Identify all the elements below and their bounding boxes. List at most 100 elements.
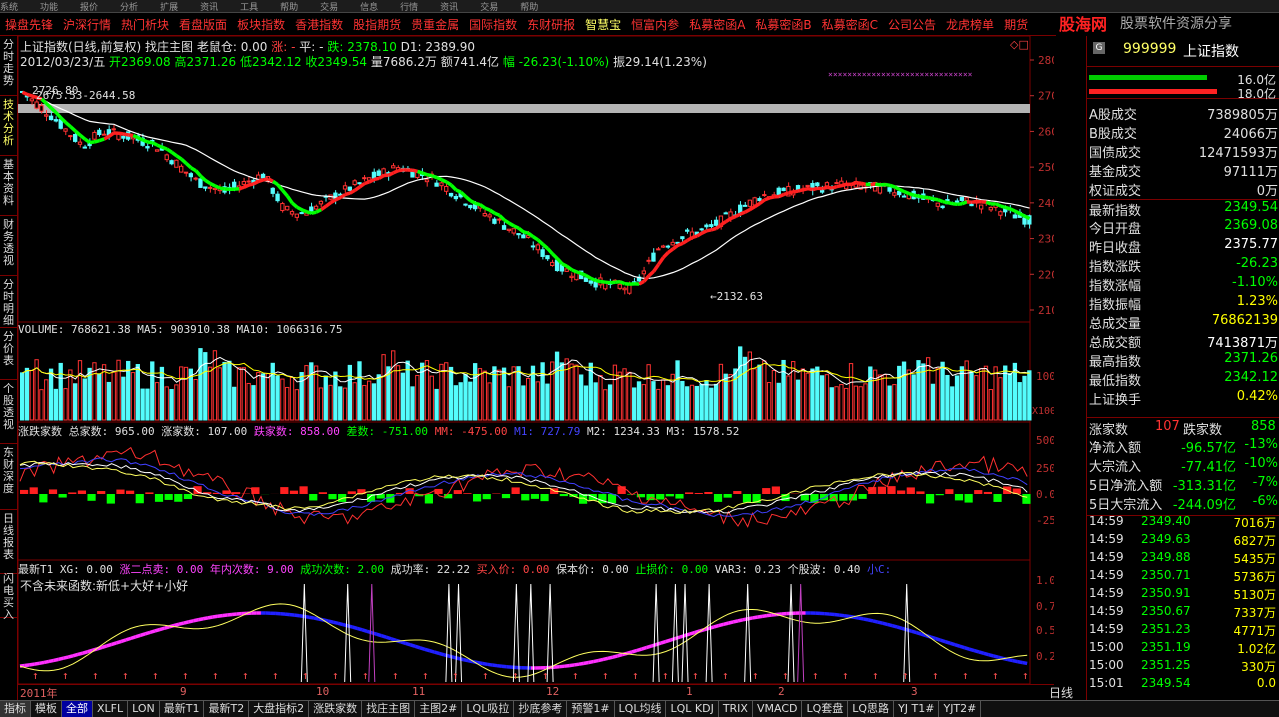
t1-segment: [314, 618, 319, 619]
nav-tab[interactable]: 国际指数: [464, 13, 522, 32]
nav-tab[interactable]: 龙虎榜单: [941, 13, 999, 32]
breadth-bar: [425, 494, 433, 503]
top-menu-item[interactable]: 功能: [40, 3, 58, 13]
buy-arrow-icon: ↑: [362, 669, 369, 682]
indicator-tab[interactable]: 最新T2: [204, 701, 249, 717]
left-tab[interactable]: 基本资料: [0, 156, 17, 216]
candle-body: [343, 186, 346, 189]
left-tab[interactable]: 东财深度: [0, 444, 17, 510]
left-tab[interactable]: 个股透视: [0, 380, 17, 444]
breadth-bar: [309, 494, 317, 500]
trend-segment: [1015, 211, 1020, 214]
top-menu-item[interactable]: 资讯: [440, 3, 458, 13]
indicator-tab[interactable]: LQL均线: [615, 701, 667, 717]
volume-bar: [242, 368, 245, 420]
buy-arrow-icon: ↑: [302, 669, 309, 682]
nav-tab[interactable]: 私募密函C: [817, 13, 883, 32]
top-menu-item[interactable]: 报价: [80, 3, 98, 13]
t1-segment: [59, 658, 64, 659]
trend-segment: [875, 184, 880, 185]
nav-tab[interactable]: 沪深行情: [58, 13, 116, 32]
top-menu-item[interactable]: 扩展: [160, 3, 178, 13]
indicator-tab[interactable]: 最新T1: [160, 701, 205, 717]
nav-tab[interactable]: 香港指数: [290, 13, 348, 32]
left-tab[interactable]: 分价表: [0, 328, 17, 380]
t1-segment: [353, 627, 358, 628]
top-menu-item[interactable]: 交易: [320, 3, 338, 13]
down-count-value: 858: [1251, 419, 1276, 434]
indicator-tab[interactable]: 涨跌家数: [309, 701, 362, 717]
kline-chart-canvas[interactable]: ××××××××××××××××××××××××××××××2800270026…: [18, 36, 1054, 700]
indicator-tab[interactable]: LQ思路: [848, 701, 894, 717]
t1-segment: [102, 646, 107, 647]
indicator-tab[interactable]: 大盘指标2: [249, 701, 309, 717]
volume-bar: [112, 372, 115, 420]
t1-segment: [377, 634, 382, 635]
chart-options-icon[interactable]: ◇□: [1010, 38, 1029, 51]
top-menu-item[interactable]: 系统: [0, 3, 18, 13]
top-menu-item[interactable]: 行情: [400, 3, 418, 13]
indicator-tab[interactable]: 模板: [31, 701, 62, 717]
t1-segment: [1018, 662, 1023, 663]
left-tab[interactable]: 日线报表: [0, 510, 17, 574]
nav-tab[interactable]: 看盘版面: [174, 13, 232, 32]
buy-arrow-icon: ↑: [1022, 669, 1029, 682]
nav-tab[interactable]: 公司公告: [883, 13, 941, 32]
buy-arrow-icon: ↑: [842, 669, 849, 682]
candle-body: [546, 256, 549, 259]
nav-tab[interactable]: 期货: [999, 13, 1033, 32]
volume-bar: [767, 383, 770, 420]
left-tab[interactable]: 分时明细: [0, 276, 17, 328]
nav-tab[interactable]: 私募密函B: [750, 13, 816, 32]
indicator-tab[interactable]: LQL吸拉: [462, 701, 514, 717]
indicator-tab[interactable]: YJ T1#: [894, 701, 939, 717]
indicator-tab[interactable]: XLFL: [93, 701, 128, 717]
top-menu-item[interactable]: 信息: [360, 3, 378, 13]
volume-bar: [719, 364, 722, 420]
indicator-tab[interactable]: LON: [128, 701, 160, 717]
buy-arrow-icon: ↑: [812, 669, 819, 682]
left-tab[interactable]: 闪电买入: [0, 570, 17, 618]
nav-tab[interactable]: 贵重金属: [406, 13, 464, 32]
top-menu-item[interactable]: 帮助: [520, 3, 538, 13]
nav-tab[interactable]: 股指期货: [348, 13, 406, 32]
nav-tab[interactable]: 恒富内参: [626, 13, 684, 32]
indicator-tab[interactable]: 指标: [0, 701, 31, 717]
indicator-tab[interactable]: 全部: [62, 701, 93, 717]
nav-tab[interactable]: 操盘先锋: [0, 13, 58, 32]
trend-segment: [620, 282, 625, 284]
top-menu-item[interactable]: 资讯: [200, 3, 218, 13]
period-label[interactable]: 日线: [1036, 684, 1086, 699]
indicator-tab[interactable]: VMACD: [753, 701, 803, 717]
t1-segment: [738, 620, 743, 621]
nav-tab[interactable]: 智慧宝: [580, 13, 626, 32]
chart-area[interactable]: ××××××××××××××××××××××××××××××2800270026…: [18, 36, 1054, 700]
trend-segment: [562, 264, 567, 266]
indicator-tab[interactable]: 主图2#: [415, 701, 462, 717]
top-menu-item[interactable]: 交易: [480, 3, 498, 13]
left-tab[interactable]: 分时走势: [0, 36, 17, 96]
nav-tab[interactable]: 热门析块: [116, 13, 174, 32]
nav-tab[interactable]: 板块指数: [232, 13, 290, 32]
indicator-tab[interactable]: YJT2#: [939, 701, 981, 717]
t1-segment: [579, 663, 584, 664]
top-menu-item[interactable]: 分析: [120, 3, 138, 13]
indicator-tab[interactable]: LQ套盘: [802, 701, 848, 717]
trend-segment: [369, 179, 374, 181]
top-menu-item[interactable]: 帮助: [280, 3, 298, 13]
t1-segment: [574, 664, 579, 665]
left-tab[interactable]: 财务透视: [0, 216, 17, 276]
indicator-tab[interactable]: TRIX: [719, 701, 753, 717]
left-tab[interactable]: 技术分析: [0, 96, 17, 156]
t1-segment: [483, 664, 488, 665]
indicator-tab[interactable]: 预警1#: [567, 701, 614, 717]
indicator-tab[interactable]: 找庄主图: [362, 701, 415, 717]
nav-tab[interactable]: 东财研报: [522, 13, 580, 32]
top-menu-item[interactable]: 工具: [240, 3, 258, 13]
trend-segment: [668, 249, 673, 253]
indicator-tab[interactable]: LQL KDJ: [666, 701, 718, 717]
indicator-tab[interactable]: 抄底参考: [514, 701, 567, 717]
nav-tab[interactable]: 私募密函A: [684, 13, 750, 32]
t1-tick-label: 0.25: [1036, 650, 1054, 663]
t1-sell2: 涨二点卖: 0.00: [119, 563, 203, 576]
